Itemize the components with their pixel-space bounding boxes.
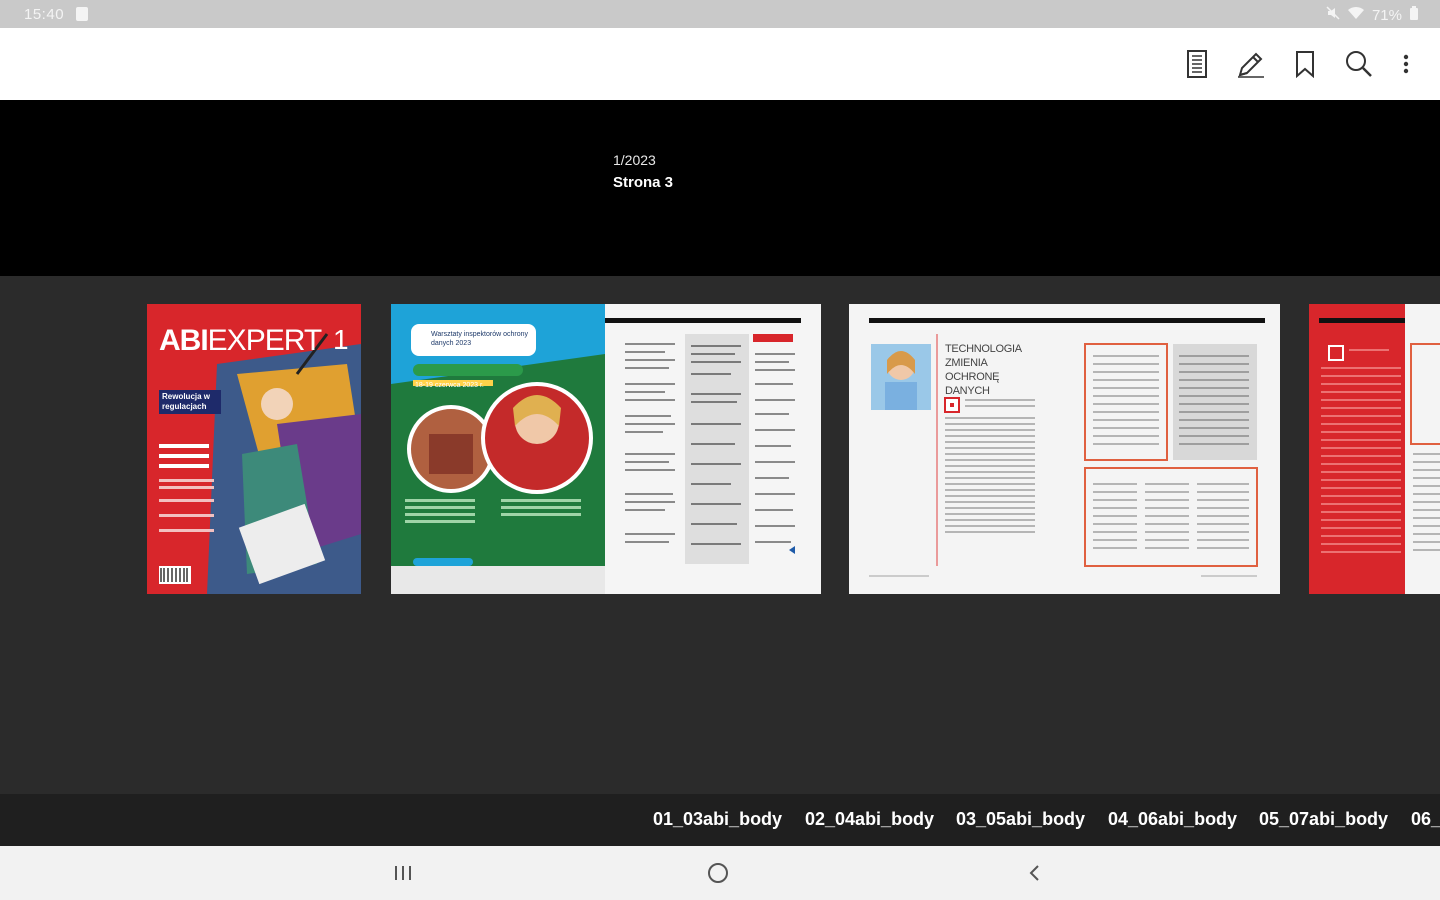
- cover-tag: Rewolucja w regulacjach: [159, 390, 221, 414]
- spread-2-green-tag: 18-19 czerwca 2023 r.: [415, 382, 484, 389]
- thumbnail-spread-2[interactable]: Warsztaty inspektorów ochrony danych 202…: [391, 304, 821, 594]
- top-toolbar: [0, 28, 1440, 100]
- page-label-5[interactable]: 05_07abi_body: [1259, 809, 1388, 830]
- more-vert-icon[interactable]: [1386, 44, 1426, 84]
- battery-icon: [1410, 6, 1418, 24]
- search-icon[interactable]: [1339, 44, 1379, 84]
- spread-2-title: Warsztaty inspektorów ochrony danych 202…: [431, 331, 528, 347]
- page-label-2[interactable]: 02_04abi_body: [805, 809, 934, 830]
- spread-4-artwork: [1309, 304, 1440, 594]
- issue-number: 1/2023: [613, 152, 656, 168]
- current-page-label: Strona 3: [613, 174, 674, 191]
- wifi-icon: [1347, 6, 1364, 24]
- thumbnail-spread-4[interactable]: [1309, 304, 1440, 594]
- contents-icon[interactable]: [1177, 44, 1217, 84]
- home-button[interactable]: [698, 858, 738, 888]
- page-label-1[interactable]: 01_03abi_body: [653, 809, 782, 830]
- recents-icon: [395, 866, 411, 880]
- thumbnail-strip[interactable]: ABIEXPERT 1 Rewolucja w regulacjach Wars…: [0, 276, 1440, 794]
- recents-button[interactable]: [383, 858, 423, 888]
- home-icon: [708, 863, 728, 883]
- back-icon: [1029, 865, 1039, 881]
- back-button[interactable]: [1014, 858, 1054, 888]
- battery-percent: 71%: [1371, 6, 1402, 24]
- mute-icon: [1326, 6, 1340, 24]
- pencil-icon[interactable]: [1231, 44, 1271, 84]
- status-right: 71%: [1326, 6, 1418, 24]
- system-nav-bar: [0, 846, 1440, 900]
- cover-issue-number: 1: [333, 324, 349, 355]
- bookmark-icon[interactable]: [1285, 44, 1325, 84]
- cover-brand-expert: EXPERT: [207, 324, 322, 357]
- page-label-strip: 01_03abi_body 02_04abi_body 03_05abi_bod…: [0, 794, 1440, 846]
- spread-3-headline: TECHNOLOGIA ZMIENIA OCHRONĘ DANYCH: [945, 343, 1022, 397]
- cover-brand-abi: ABI: [159, 324, 209, 357]
- spread-3-artwork: [849, 304, 1280, 594]
- thumbnail-spread-3[interactable]: TECHNOLOGIA ZMIENIA OCHRONĘ DANYCH: [849, 304, 1280, 594]
- page-info-panel: 1/2023 Strona 3: [0, 100, 1440, 286]
- page-label-4[interactable]: 04_06abi_body: [1108, 809, 1237, 830]
- sim-icon: [76, 7, 88, 21]
- page-label-3[interactable]: 03_05abi_body: [956, 809, 1085, 830]
- status-bar: 15:40 71%: [0, 0, 1440, 28]
- status-time: 15:40: [24, 6, 65, 23]
- cover-brand: ABIEXPERT: [159, 324, 322, 358]
- page-label-6[interactable]: 06_: [1411, 809, 1440, 830]
- thumbnail-cover[interactable]: ABIEXPERT 1 Rewolucja w regulacjach: [147, 304, 361, 594]
